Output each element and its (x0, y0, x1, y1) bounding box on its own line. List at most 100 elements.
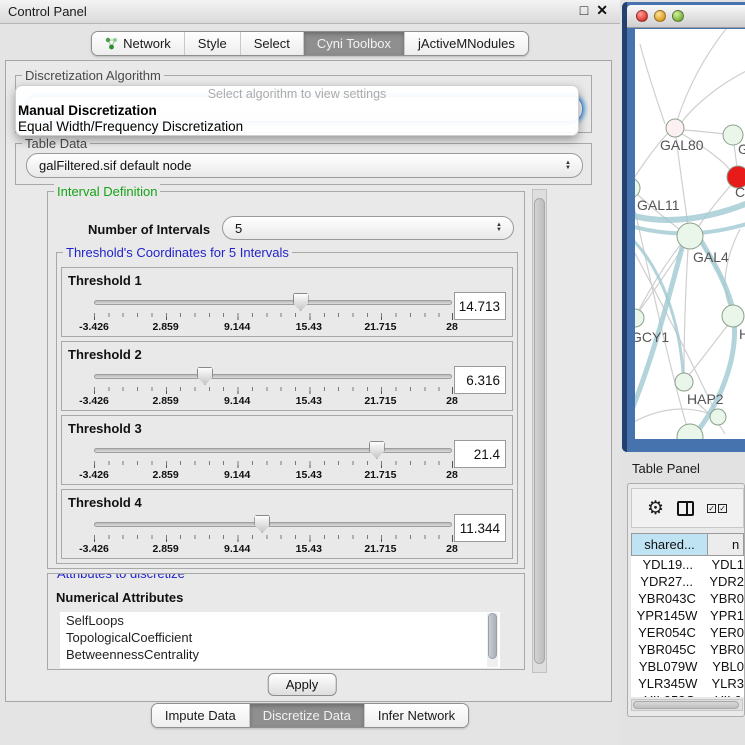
attribute-list-item[interactable]: TopologicalCoefficient (60, 629, 500, 646)
slider-thumb[interactable] (197, 367, 213, 385)
tick-label: -3.426 (79, 543, 109, 555)
tab-impute-data[interactable]: Impute Data (152, 704, 249, 727)
gear-icon[interactable]: ⚙ (647, 499, 664, 518)
attributes-group: Attributes to discretize Numerical Attri… (47, 573, 525, 670)
cyni-toolbox-panel: Discretization Algorithm Select algorith… (5, 60, 612, 702)
attribute-list-item[interactable]: BetweennessCentrality (60, 646, 500, 663)
network-node-label: GAL4 (693, 249, 729, 265)
cell-name: YBL0 (705, 658, 744, 675)
thresholds-group-title: Threshold's Coordinates for 5 Intervals (63, 245, 292, 260)
tab-label: Impute Data (165, 708, 236, 723)
threshold-label: Threshold 1 (68, 273, 142, 288)
tab-label: Infer Network (378, 708, 455, 723)
checkbox-pair-icon[interactable]: ✓ ✓ (707, 504, 727, 513)
algorithm-option-equal-width[interactable]: Equal Width/Frequency Discretization (16, 119, 578, 135)
network-view-window: GAL80GCGAL11GAL4GCY1HHAP2 (622, 2, 745, 452)
network-node[interactable] (675, 373, 693, 391)
tab-label: Network (123, 36, 171, 51)
table-horizontal-scrollbar[interactable] (631, 699, 743, 711)
column-header-name[interactable]: n (708, 533, 744, 556)
tick-label: 21.715 (364, 469, 396, 481)
tab-select[interactable]: Select (240, 32, 303, 55)
network-edge (681, 69, 745, 123)
network-node[interactable] (710, 409, 726, 425)
slider-thumb[interactable] (293, 293, 309, 311)
split-columns-icon[interactable] (677, 501, 694, 516)
num-intervals-combobox[interactable]: 5 ▲▼ (222, 216, 514, 240)
slider-thumb[interactable] (254, 515, 270, 533)
threshold-value-field[interactable]: 21.4 (454, 440, 506, 468)
threshold-panel-4: Threshold 4-3.4262.8599.14415.4321.71528… (61, 489, 513, 559)
tick-label: 15.43 (296, 321, 322, 333)
table-row[interactable]: YIL052CYIL0 (631, 692, 744, 697)
network-node-label: HAP2 (687, 391, 724, 407)
threshold-label: Threshold 4 (68, 495, 142, 510)
network-node-label: GCY1 (635, 329, 669, 345)
tab-discretize-data[interactable]: Discretize Data (249, 704, 364, 727)
table-row[interactable]: YER054CYER0 (631, 624, 744, 641)
thresholds-group: Threshold's Coordinates for 5 Intervals … (56, 252, 518, 564)
close-window-icon[interactable]: ✕ (596, 2, 608, 19)
tick-label: 2.859 (152, 469, 178, 481)
threshold-label: Threshold 2 (68, 347, 142, 362)
tick-label: 2.859 (152, 395, 178, 407)
attributes-list-scrollbar[interactable] (487, 613, 498, 667)
network-node[interactable] (635, 178, 640, 198)
slider-track[interactable] (94, 522, 452, 527)
table-row[interactable]: YDL19...YDL1 (631, 556, 744, 573)
tick-label: 2.859 (152, 321, 178, 333)
network-edge (640, 44, 665, 124)
table-row[interactable]: YBR045CYBR0 (631, 641, 744, 658)
float-window-icon[interactable]: □ (580, 2, 588, 19)
tick-label: 15.43 (296, 543, 322, 555)
apply-button[interactable]: Apply (268, 673, 337, 696)
threshold-panel-3: Threshold 3-3.4262.8599.14415.4321.71528… (61, 415, 513, 485)
network-node[interactable] (635, 309, 644, 327)
network-node[interactable] (722, 305, 744, 327)
tab-style[interactable]: Style (184, 32, 240, 55)
table-row[interactable]: YBR043CYBR0 (631, 590, 744, 607)
threshold-value-field[interactable]: 11.344 (454, 514, 506, 542)
threshold-value-field[interactable]: 14.713 (454, 292, 506, 320)
network-window-titlebar[interactable] (627, 5, 745, 28)
tick-label: 9.144 (224, 395, 250, 407)
settings-scrollbar[interactable] (532, 189, 547, 673)
table-data-combobox[interactable]: galFiltered.sif default node ▲▼ (26, 153, 583, 178)
slider-track[interactable] (94, 300, 452, 305)
close-traffic-light-icon[interactable] (636, 10, 648, 22)
cell-name: YLR3 (704, 675, 744, 692)
network-edge-highlighted (635, 229, 687, 421)
network-node[interactable] (677, 223, 703, 249)
cell-shared-name: YBL079W (631, 658, 705, 675)
tab-network[interactable]: Network (92, 32, 184, 55)
cell-shared-name: YBR043C (631, 590, 703, 607)
interval-definition-group: Interval Definition Number of Intervals … (47, 191, 525, 569)
table-body[interactable]: YDL19...YDL1YDR27...YDR2YBR043CYBR0YPR14… (631, 556, 744, 697)
algorithm-option-manual[interactable]: Manual Discretization (16, 103, 578, 119)
attribute-list-item[interactable]: SelfLoops (60, 612, 500, 629)
table-panel-title: Table Panel (632, 461, 700, 476)
column-header-shared-name[interactable]: shared... (631, 533, 708, 556)
table-row[interactable]: YDR27...YDR2 (631, 573, 744, 590)
network-node-label: GAL80 (660, 137, 704, 153)
slider-track[interactable] (94, 374, 452, 379)
table-row[interactable]: YLR345WYLR3 (631, 675, 744, 692)
table-row[interactable]: YBL079WYBL0 (631, 658, 744, 675)
control-panel: Control Panel □ ✕ NetworkStyleSelectCyni… (0, 0, 620, 745)
minimize-traffic-light-icon[interactable] (654, 10, 666, 22)
tick-label: 15.43 (296, 469, 322, 481)
tab-infer-network[interactable]: Infer Network (364, 704, 468, 727)
tab-jactivemnodules[interactable]: jActiveMNodules (404, 32, 528, 55)
slider-thumb[interactable] (369, 441, 385, 459)
zoom-traffic-light-icon[interactable] (672, 10, 684, 22)
slider-track[interactable] (94, 448, 452, 453)
network-canvas[interactable]: GAL80GCGAL11GAL4GCY1HHAP2 (635, 29, 745, 439)
tick-label: 21.715 (364, 395, 396, 407)
numerical-attributes-list[interactable]: SelfLoopsTopologicalCoefficientBetweenne… (60, 612, 500, 668)
table-data-group: Table Data galFiltered.sif default node … (15, 143, 592, 185)
threshold-value-field[interactable]: 6.316 (454, 366, 506, 394)
table-row[interactable]: YPR145WYPR1 (631, 607, 744, 624)
tick-label: 28 (446, 395, 458, 407)
tab-cyni-toolbox[interactable]: Cyni Toolbox (303, 32, 404, 55)
network-node[interactable] (666, 119, 684, 137)
